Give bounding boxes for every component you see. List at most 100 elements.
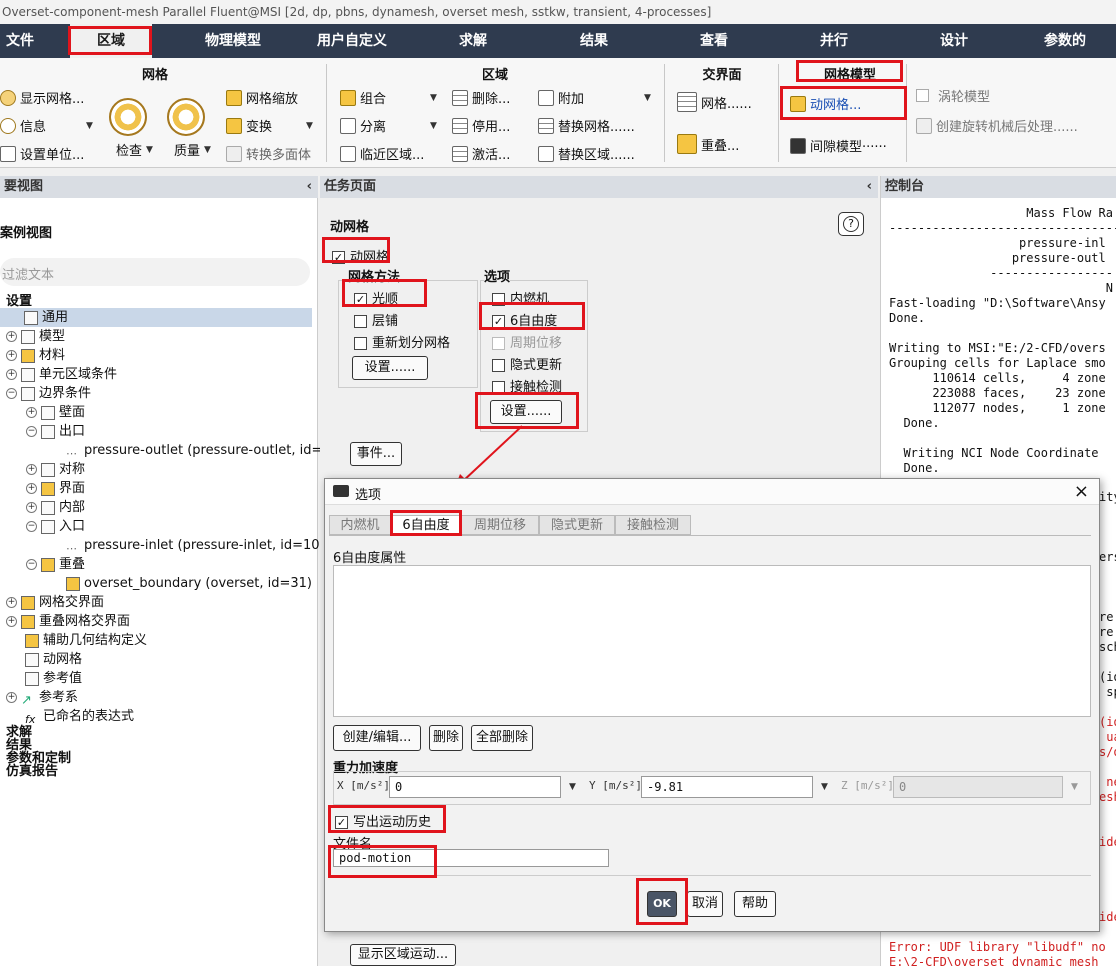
tree-interior[interactable]: + 内部 bbox=[26, 498, 85, 517]
delete-button[interactable]: 删除 bbox=[429, 725, 463, 751]
tab-physics[interactable]: 物理模型 bbox=[174, 24, 292, 58]
tree-cell-zones[interactable]: + 单元区域条件 bbox=[6, 365, 117, 384]
dynamic-mesh-button[interactable]: 动网格... bbox=[790, 94, 861, 113]
tree-interface[interactable]: + 界面 bbox=[26, 479, 85, 498]
replace-zone-button[interactable]: 替换区域...... bbox=[538, 144, 635, 163]
turbo-model-checkbox[interactable]: 涡轮模型 bbox=[916, 86, 990, 105]
collapse-icon[interactable]: ‹ bbox=[307, 176, 312, 198]
expand-icon[interactable]: + bbox=[26, 502, 37, 513]
six-dof-checkbox[interactable]: ✓ 6自由度 bbox=[492, 310, 557, 329]
remeshing-checkbox[interactable]: 重新划分网格 bbox=[354, 332, 450, 351]
expand-icon[interactable]: + bbox=[26, 407, 37, 418]
chevron-down-icon[interactable]: ▼ bbox=[1071, 782, 1078, 792]
expand-icon[interactable]: + bbox=[6, 597, 17, 608]
convert-polyhedra-button[interactable]: 转换多面体 bbox=[226, 144, 311, 163]
quality-button[interactable]: 质量 ▼ bbox=[174, 140, 211, 159]
tree-report[interactable]: 仿真报告 bbox=[6, 762, 58, 781]
help-button[interactable]: ? bbox=[838, 212, 864, 236]
tab-parallel[interactable]: 并行 bbox=[774, 24, 894, 58]
tab-results[interactable]: 结果 bbox=[534, 24, 654, 58]
collapse-icon[interactable]: ‹ bbox=[867, 176, 872, 198]
tab-six-dof[interactable]: 6自由度 bbox=[391, 515, 461, 535]
tab-domain[interactable]: 区域 bbox=[70, 24, 152, 58]
tab-implicit-update[interactable]: 隐式更新 bbox=[539, 515, 615, 535]
delete-all-button[interactable]: 全部删除 bbox=[471, 725, 533, 751]
chevron-down-icon[interactable]: ▼ bbox=[821, 782, 828, 792]
tree-overset-boundary[interactable]: overset_boundary (overset, id=31) bbox=[66, 574, 312, 593]
tree-mesh-interfaces[interactable]: + 网格交界面 bbox=[6, 593, 104, 612]
create-edit-button[interactable]: 创建/编辑... bbox=[333, 725, 421, 751]
tree-named-expressions[interactable]: fx 已命名的表达式 bbox=[25, 707, 134, 726]
tree-symmetry[interactable]: + 对称 bbox=[26, 460, 85, 479]
tree-inlet[interactable]: − 入口 bbox=[26, 517, 85, 536]
overlap-button[interactable]: 重叠... bbox=[677, 134, 739, 154]
close-icon[interactable]: × bbox=[1074, 481, 1089, 502]
tree-overset[interactable]: − 重叠 bbox=[26, 555, 85, 574]
display-zone-motion-button[interactable]: 显示区域运动... bbox=[350, 944, 456, 966]
tree-geometry-defs[interactable]: 辅助几何结构定义 bbox=[25, 631, 147, 650]
mesh-methods-settings-button[interactable]: 设置...... bbox=[352, 356, 428, 380]
tree-general[interactable]: 通用 bbox=[0, 308, 312, 327]
periodic-displacement-checkbox[interactable]: 周期位移 bbox=[492, 332, 562, 351]
separate-button[interactable]: 分离 ▼ bbox=[340, 116, 437, 135]
activate-button[interactable]: 激活... bbox=[452, 144, 510, 163]
layering-checkbox[interactable]: 层铺 bbox=[354, 310, 398, 329]
gravity-y-input[interactable]: -9.81 bbox=[641, 776, 813, 798]
expand-icon[interactable]: + bbox=[6, 331, 17, 342]
gravity-z-input[interactable]: 0 bbox=[893, 776, 1063, 798]
mesh-interface-button[interactable]: 网格...... bbox=[677, 92, 752, 112]
expand-icon[interactable]: + bbox=[6, 369, 17, 380]
expand-icon[interactable]: + bbox=[26, 483, 37, 494]
implicit-update-checkbox[interactable]: 隐式更新 bbox=[492, 354, 562, 373]
adjacency-button[interactable]: 临近区域... bbox=[340, 144, 424, 163]
ok-button[interactable]: OK bbox=[647, 891, 677, 917]
info-button[interactable]: 信息 ▼ bbox=[0, 116, 93, 135]
replace-mesh-button[interactable]: 替换网格...... bbox=[538, 116, 635, 135]
expand-icon[interactable]: + bbox=[6, 350, 17, 361]
tree-boundary-conditions[interactable]: − 边界条件 bbox=[6, 384, 91, 403]
tree-pressure-inlet[interactable]: ⋯ pressure-inlet (pressure-inlet, id=10 bbox=[66, 536, 320, 555]
check-button[interactable]: 检查 ▼ bbox=[116, 140, 153, 159]
tab-user-defined[interactable]: 用户自定义 bbox=[292, 24, 412, 58]
expand-icon[interactable]: + bbox=[26, 464, 37, 475]
tab-ic-engine[interactable]: 内燃机 bbox=[329, 515, 391, 535]
tab-file[interactable]: 文件 bbox=[0, 24, 40, 58]
gap-model-button[interactable]: 间隙模型······ bbox=[790, 136, 887, 155]
collapse-icon[interactable]: − bbox=[26, 521, 37, 532]
tree-outlet[interactable]: − 出口 bbox=[26, 422, 85, 441]
write-history-checkbox[interactable]: ✓ 写出运动历史 bbox=[335, 811, 431, 830]
transform-button[interactable]: 变换 ▼ bbox=[226, 116, 313, 135]
deactivate-button[interactable]: 停用... bbox=[452, 116, 510, 135]
cancel-button[interactable]: 取消 bbox=[687, 891, 723, 917]
collapse-icon[interactable]: − bbox=[26, 426, 37, 437]
delete-zone-button[interactable]: 删除... bbox=[452, 88, 510, 107]
tab-design[interactable]: 设计 bbox=[894, 24, 1014, 58]
set-units-button[interactable]: 设置单位... bbox=[0, 144, 84, 163]
tree-pressure-outlet[interactable]: ⋯ pressure-outlet (pressure-outlet, id= bbox=[66, 441, 322, 460]
tree-materials[interactable]: + 材料 bbox=[6, 346, 65, 365]
append-button[interactable]: 附加 ▼ bbox=[538, 88, 651, 107]
events-button[interactable]: 事件... bbox=[350, 442, 402, 466]
tab-solution[interactable]: 求解 bbox=[412, 24, 534, 58]
smoothing-checkbox[interactable]: ✓ 光顺 bbox=[354, 288, 398, 307]
six-dof-properties-list[interactable] bbox=[333, 565, 1091, 717]
collapse-icon[interactable]: − bbox=[26, 559, 37, 570]
expand-icon[interactable]: + bbox=[6, 616, 17, 627]
turbo-postprocess-button[interactable]: 创建旋转机械后处理...... bbox=[916, 116, 1078, 135]
contact-detection-checkbox[interactable]: 接触检测 bbox=[492, 376, 562, 395]
tab-view[interactable]: 查看 bbox=[654, 24, 774, 58]
tree-wall[interactable]: + 壁面 bbox=[26, 403, 85, 422]
tab-contact-detection[interactable]: 接触检测 bbox=[615, 515, 691, 535]
tab-parametric[interactable]: 参数的 bbox=[1014, 24, 1116, 58]
gravity-x-input[interactable]: 0 bbox=[389, 776, 561, 798]
tree-dynamic-mesh[interactable]: 动网格 bbox=[25, 650, 82, 669]
combine-button[interactable]: 组合 ▼ bbox=[340, 88, 437, 107]
dynamic-mesh-checkbox[interactable]: ✓ 动网格 bbox=[332, 246, 389, 265]
filter-input[interactable]: 过滤文本 bbox=[0, 258, 310, 286]
tree-reference-frames[interactable]: + ↗ 参考系 bbox=[6, 688, 78, 708]
ic-engine-checkbox[interactable]: 内燃机 bbox=[492, 288, 549, 307]
scale-button[interactable]: 网格缩放 bbox=[226, 88, 298, 107]
tree-models[interactable]: + 模型 bbox=[6, 327, 65, 346]
expand-icon[interactable]: + bbox=[6, 692, 17, 703]
filename-input[interactable]: pod-motion bbox=[333, 849, 609, 867]
